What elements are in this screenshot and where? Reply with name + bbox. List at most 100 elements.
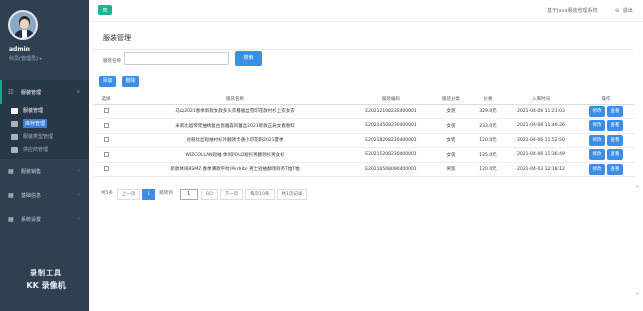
caret-down-icon: ▾ <box>39 56 42 61</box>
sidebar: admin 科员(管理员) ▾ ☷ 服装管理 ∨ 服装管理 库存管理 服装类型管… <box>0 0 89 311</box>
avatar[interactable] <box>8 10 38 40</box>
logout-icon: ⊖ <box>615 8 620 14</box>
cell-time: 2021-04-06 11:52:50 <box>505 133 577 148</box>
scroll-indicator <box>636 292 639 295</box>
submenu-item-supplier[interactable]: 供应商管理 <box>0 143 89 156</box>
user-name: admin <box>9 46 30 53</box>
sidebar-item-clothing-management[interactable]: ☷ 服装管理 ∨ <box>0 80 89 104</box>
grid-icon: ▦ <box>8 167 14 175</box>
row-checkbox[interactable] <box>103 122 109 128</box>
chevron-down-icon: ∨ <box>76 89 80 95</box>
submenu: 服装管理 库存管理 服装类型管理 供应商管理 <box>0 104 89 159</box>
edit-button[interactable]: 修改 <box>589 120 605 132</box>
cell-code: E20216508090400001 <box>351 162 431 177</box>
cell-name: 谷丽比丝短袖衬衫外翻领卡通小印花刺2021夏季 <box>119 133 351 148</box>
cell-time: 2021-04-06 11:46:26 <box>505 118 577 134</box>
cell-price: 233.0元 <box>471 118 505 134</box>
grid-icon: ▦ <box>8 215 14 223</box>
user-role-label: 科员(管理员) <box>9 56 38 62</box>
grid-icon: ▦ <box>8 191 14 199</box>
app-window: admin 科员(管理员) ▾ ☷ 服装管理 ∨ 服装管理 库存管理 服装类型管… <box>0 0 643 311</box>
row-checkbox[interactable] <box>103 151 109 157</box>
edit-button[interactable]: 修改 <box>589 105 605 117</box>
cell-code: E20212108230400001 <box>351 104 431 119</box>
pager-per-page[interactable]: 每页10条 <box>245 189 275 200</box>
table-row: 谷丽比丝短袖衬衫外翻领卡通小印花刺2021夏季 E202182082304000… <box>93 133 635 148</box>
sidebar-item-system-settings[interactable]: ▦ 系统设置 ‹ <box>0 207 89 231</box>
cell-price: 120.0元 <box>471 162 505 177</box>
page-icon <box>11 120 18 127</box>
column-header-category: 服装分类 <box>431 95 471 105</box>
chevron-left-icon: ‹ <box>78 216 80 222</box>
row-checkbox[interactable] <box>103 137 109 143</box>
add-button[interactable]: 添加 <box>99 76 116 87</box>
view-button[interactable]: 查看 <box>607 149 623 161</box>
search-label: 服装名称 <box>103 59 121 64</box>
chevron-left-icon: ‹ <box>78 168 80 174</box>
pager-go-button[interactable]: GO <box>200 189 218 200</box>
cell-time: 2021-04-03 12:18:12 <box>505 162 577 177</box>
pager-prev-button[interactable]: 上一页 <box>116 189 141 200</box>
pager-goto-label: 跳转到 <box>157 189 175 200</box>
pager-total: 共5条 <box>99 189 115 200</box>
menu-toggle-button[interactable]: ≡ <box>98 5 112 15</box>
submenu-item-clothing-type[interactable]: 服装类型管理 <box>0 130 89 143</box>
column-header-time: 入库时间 <box>505 95 577 105</box>
cell-category: 女装 <box>431 133 471 148</box>
pager-page-1[interactable]: 1 <box>142 189 156 200</box>
clothing-table: 选择 服装名称 服装编码 服装分类 价格 入库时间 操作 马山2021春季新款女… <box>93 95 635 177</box>
column-header-code: 服装编码 <box>351 95 431 105</box>
sidebar-item-basic-info[interactable]: ▦ 基础信息 ‹ <box>0 183 89 207</box>
main-content: 服装管理 服装名称 搜索 添加 删除 选择 服装名称 服装编码 服装分类 价格 … <box>89 22 643 311</box>
edit-button[interactable]: 修改 <box>589 149 605 161</box>
submenu-item-inventory[interactable]: 库存管理 <box>0 117 89 130</box>
edit-button[interactable]: 修改 <box>589 134 605 146</box>
cell-name: 新款休闲BSMZ 春季薄款平纹(Pirdrib) 男士短袖翻领商务T恤T恤 <box>119 162 351 177</box>
sidebar-item-label: 系统设置 <box>21 216 42 223</box>
column-header-actions: 操作 <box>577 95 635 105</box>
view-button[interactable]: 查看 <box>607 120 623 132</box>
view-button[interactable]: 查看 <box>607 105 623 117</box>
system-title: 基于Java服装管理系统 <box>547 8 598 14</box>
row-checkbox[interactable] <box>103 108 109 114</box>
delete-button[interactable]: 删除 <box>122 76 139 87</box>
cell-category: 女装 <box>431 147 471 163</box>
edit-button[interactable]: 修改 <box>589 163 605 175</box>
view-button[interactable]: 查看 <box>607 134 623 146</box>
pager-total-pages: 共1页记录 <box>276 189 308 200</box>
cell-time: 2021-04-06 11:21:03 <box>505 104 577 119</box>
view-button[interactable]: 查看 <box>607 163 623 175</box>
cell-code: E20214508230400001 <box>351 118 431 134</box>
cell-price: 125.0元 <box>471 147 505 163</box>
cell-category: 女装 <box>431 104 471 119</box>
table-row: 米莉比超帝梵抽绣复古优雅森风蕾丝2021新款正肩女春春料 E2021450823… <box>93 118 635 134</box>
pagination: 共5条 上一页 1 跳转到 1 GO 下一页 每页10条 共1页记录 <box>99 189 309 200</box>
search-input[interactable] <box>124 52 229 65</box>
sidebar-item-clothing-sales[interactable]: ▦ 服装销售 ‹ <box>0 159 89 183</box>
column-header-select: 选择 <box>93 95 119 105</box>
user-role[interactable]: 科员(管理员) ▾ <box>9 55 42 62</box>
row-checkbox[interactable] <box>103 166 109 172</box>
cell-price: 329.0元 <box>471 104 505 119</box>
table-header-row: 选择 服装名称 服装编码 服装分类 价格 入库时间 操作 <box>93 95 635 105</box>
table-row: WIZCOLLAN短袖 休闲POLO短衫男翻领衫男女衫 E20215208230… <box>93 147 635 163</box>
sidebar-item-label: 基础信息 <box>21 192 42 199</box>
cell-code: E20218208230400001 <box>351 133 431 148</box>
sidebar-item-label: 服装管理 <box>21 89 42 96</box>
title-divider <box>93 49 633 50</box>
page-icon <box>11 133 18 140</box>
pager-goto-input[interactable]: 1 <box>179 189 198 200</box>
sidebar-menu: ☷ 服装管理 ∨ 服装管理 库存管理 服装类型管理 供应商管理 ▦ 服装销售 ‹… <box>0 80 89 231</box>
logout-button[interactable]: ⊖ 退出 <box>615 7 633 14</box>
pager-next-button[interactable]: 下一页 <box>219 189 244 200</box>
cell-time: 2021-04-06 11:36:49 <box>505 147 577 163</box>
page-icon <box>11 146 18 153</box>
page-title: 服装管理 <box>103 34 131 42</box>
cell-name: 马山2021春季新款女款多头衣暴服丝雪印花款衬衫上衣女衣 <box>119 104 351 119</box>
scroll-indicator <box>636 185 639 188</box>
search-button[interactable]: 搜索 <box>235 51 262 66</box>
cell-name: 米莉比超帝梵抽绣复古优雅森风蕾丝2021新款正肩女春春料 <box>119 118 351 134</box>
cell-price: 120.0元 <box>471 133 505 148</box>
submenu-item-clothing[interactable]: 服装管理 <box>0 104 89 117</box>
list-icon: ☷ <box>8 88 14 96</box>
